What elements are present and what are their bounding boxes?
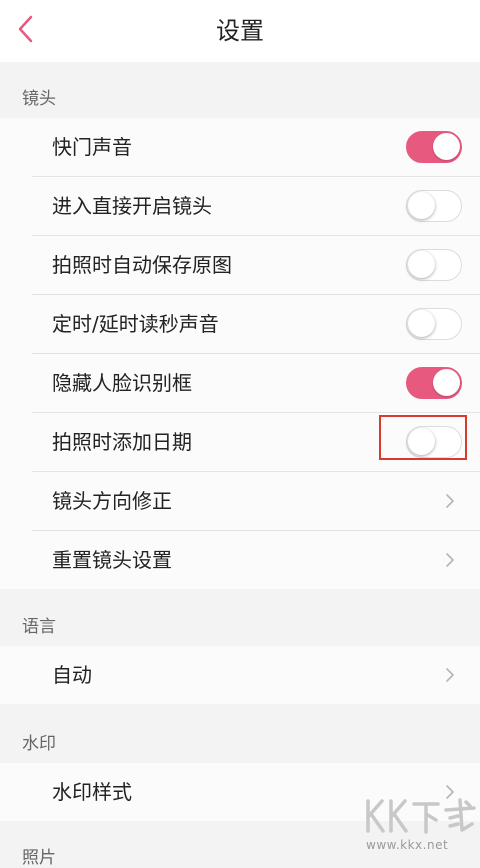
setting-label: 定时/延时读秒声音: [52, 312, 219, 336]
page-title: 设置: [216, 17, 264, 45]
setting-label: 隐藏人脸识别框: [52, 371, 192, 395]
setting-label: 拍照时添加日期: [52, 430, 192, 454]
toggle-knob: [433, 133, 460, 160]
add-date-toggle[interactable]: [406, 426, 462, 458]
setting-shutter-sound: 快门声音: [32, 118, 480, 177]
watermark-url: www.kkx.net: [366, 838, 449, 852]
chevron-right-icon: [446, 494, 454, 508]
section-label-photo: 照片: [22, 848, 56, 868]
section-label-language: 语言: [22, 617, 56, 637]
setting-label: 镜头方向修正: [52, 489, 172, 513]
shutter-sound-toggle[interactable]: [406, 131, 462, 163]
settings-group-language: 自动: [0, 646, 480, 704]
setting-reset-lens-settings[interactable]: 重置镜头设置: [32, 531, 480, 589]
hide-face-frame-toggle[interactable]: [406, 367, 462, 399]
setting-timer-countdown-sound: 定时/延时读秒声音: [32, 295, 480, 354]
setting-auto-save-original: 拍照时自动保存原图: [32, 236, 480, 295]
setting-language-auto[interactable]: 自动: [32, 646, 480, 704]
section-label-lens: 镜头: [22, 89, 56, 109]
toggle-knob: [408, 428, 435, 455]
setting-hide-face-frame: 隐藏人脸识别框: [32, 354, 480, 413]
toggle-knob: [433, 369, 460, 396]
setting-label: 水印样式: [52, 780, 132, 804]
toggle-knob: [408, 192, 435, 219]
setting-open-camera-directly: 进入直接开启镜头: [32, 177, 480, 236]
setting-add-date-on-photo: 拍照时添加日期: [32, 413, 480, 472]
setting-lens-orientation-correction[interactable]: 镜头方向修正: [32, 472, 480, 531]
chevron-right-icon: [446, 553, 454, 567]
chevron-right-icon: [446, 668, 454, 682]
timer-countdown-sound-toggle[interactable]: [406, 308, 462, 340]
settings-group-lens: 快门声音 进入直接开启镜头 拍照时自动保存原图 定时/延时读秒声音 隐藏人脸识别…: [0, 118, 480, 589]
setting-label: 快门声音: [52, 135, 132, 159]
setting-label: 拍照时自动保存原图: [52, 253, 232, 277]
toggle-knob: [408, 251, 435, 278]
open-camera-directly-toggle[interactable]: [406, 190, 462, 222]
app-header: 设置: [0, 0, 480, 62]
setting-label: 自动: [52, 663, 92, 687]
setting-label: 进入直接开启镜头: [52, 194, 212, 218]
kk-download-watermark-logo: [366, 798, 476, 834]
auto-save-original-toggle[interactable]: [406, 249, 462, 281]
toggle-knob: [408, 310, 435, 337]
section-label-watermark: 水印: [22, 734, 56, 754]
setting-label: 重置镜头设置: [52, 548, 172, 572]
